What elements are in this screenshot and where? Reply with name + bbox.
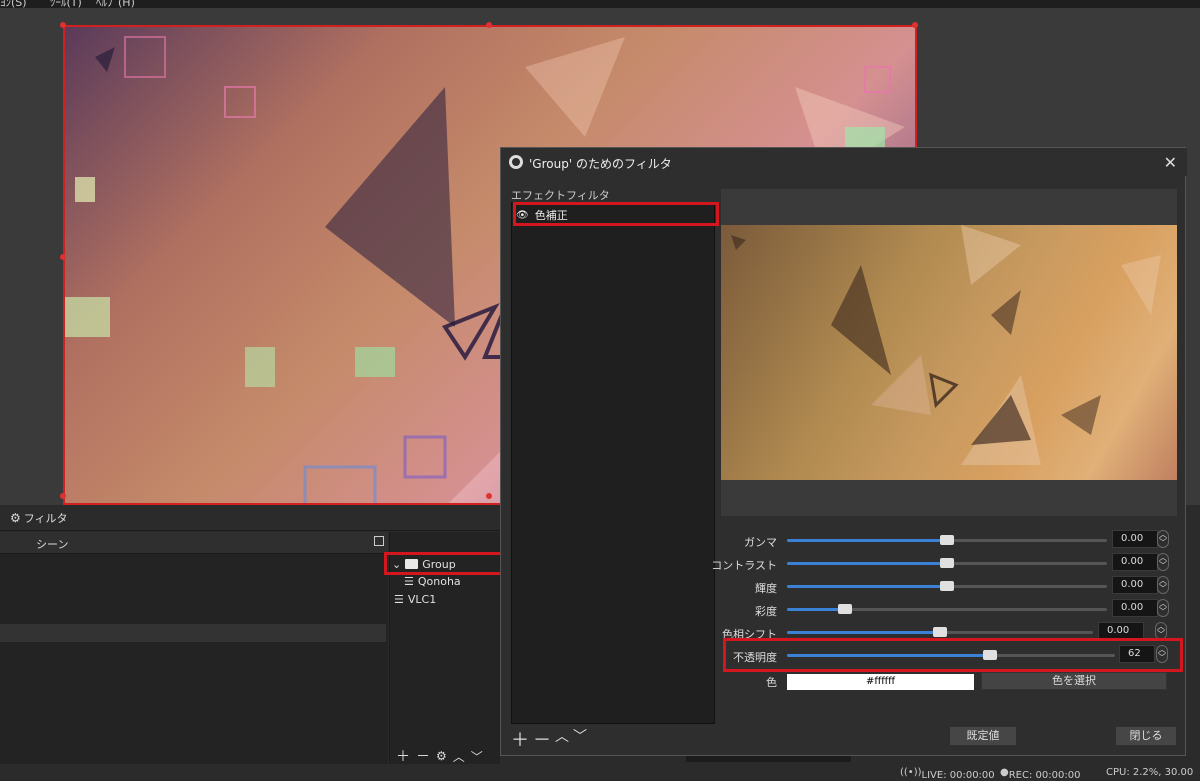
transform-handle[interactable] xyxy=(60,254,66,260)
filter-list-toolbar: ＋ － ︿ ﹀ xyxy=(511,726,587,752)
add-icon[interactable]: ＋ xyxy=(511,726,529,752)
saturation-input[interactable]: 0.00 xyxy=(1112,599,1158,617)
hue-shift-slider[interactable] xyxy=(787,627,1093,637)
gear-icon[interactable]: ⚙ xyxy=(436,749,447,763)
filter-preview-graphics xyxy=(731,225,1161,465)
source-item-vlc1[interactable]: ☰ VLC1 xyxy=(394,590,436,608)
filters-tab-label: フィルタ xyxy=(23,512,68,525)
move-down-icon[interactable]: ﹀ xyxy=(471,748,483,765)
menu-item-scene-collection[interactable]: ﾖﾝ(S) xyxy=(0,0,27,8)
live-status: ((•)) LIVE: 00:00:00 xyxy=(900,767,995,781)
highlight-box xyxy=(384,552,503,575)
spin-arrows-icon[interactable]: ︿ ﹀ xyxy=(1157,599,1169,617)
sources-dock: ⌄ Group ☰ Qonoha ☰ VLC1 ＋ － ⚙ ︿ ﹀ xyxy=(384,532,503,772)
rec-timer: REC: 00:00:00 xyxy=(1008,770,1081,781)
defaults-button[interactable]: 既定値 xyxy=(949,726,1017,746)
source-label: Qonoha xyxy=(417,574,461,588)
transform-handle[interactable] xyxy=(486,22,492,28)
transform-handle[interactable] xyxy=(486,493,492,499)
move-up-icon[interactable]: ︿ xyxy=(555,726,569,752)
filter-preview xyxy=(721,189,1177,516)
filters-tab[interactable]: ⚙ フィルタ xyxy=(10,510,68,526)
gamma-input[interactable]: 0.00 xyxy=(1112,530,1158,548)
menu-item-help[interactable]: ﾍﾙﾌﾟ(H) xyxy=(96,0,135,8)
select-color-button[interactable]: 色を選択 xyxy=(981,672,1167,690)
slider-handle[interactable] xyxy=(940,535,954,545)
menu-bar: ﾖﾝ(S) ﾂｰﾙ(T) ﾍﾙﾌﾟ(H) xyxy=(0,0,1200,8)
scenes-dock: シーン xyxy=(0,532,388,772)
status-bar: ((•)) LIVE: 00:00:00 ● REC: 00:00:00 CPU… xyxy=(0,764,1200,781)
add-icon[interactable]: ＋ xyxy=(396,746,410,766)
transform-handle[interactable] xyxy=(60,22,66,28)
highlight-box xyxy=(513,202,719,226)
list-icon: ☰ xyxy=(404,574,414,588)
transform-handle[interactable] xyxy=(912,22,918,28)
color-label: 色 xyxy=(766,676,777,689)
contrast-label: コントラスト xyxy=(711,559,777,572)
cpu-status: CPU: 2.2%, 30.00 xyxy=(1106,767,1194,778)
spin-arrows-icon[interactable]: ︿ ﹀ xyxy=(1157,576,1169,594)
dialog-title: 'Group' のためのフィルタ xyxy=(529,157,672,171)
undock-icon[interactable] xyxy=(374,536,384,546)
slider-handle[interactable] xyxy=(838,604,852,614)
dialog-titlebar: 'Group' のためのフィルタ ✕ xyxy=(501,148,1187,176)
transform-handle[interactable] xyxy=(60,493,66,499)
saturation-label: 彩度 xyxy=(755,605,777,618)
remove-icon[interactable]: － xyxy=(416,746,430,766)
close-button[interactable]: 閉じる xyxy=(1115,726,1177,746)
contrast-slider[interactable] xyxy=(787,558,1107,568)
gamma-slider[interactable] xyxy=(787,535,1107,545)
color-value-swatch: #ffffff xyxy=(787,674,974,690)
rec-status: ● REC: 00:00:00 xyxy=(1000,767,1081,781)
filter-preview-image xyxy=(721,225,1177,480)
scenes-header: シーン xyxy=(0,532,388,554)
dock-tab-bar: ⚙ フィルタ xyxy=(0,505,500,531)
menu-item-tools[interactable]: ﾂｰﾙ(T) xyxy=(50,0,82,8)
filters-dialog: 'Group' のためのフィルタ ✕ エフェクトフィルタ 👁 色補正 ＋ － ︿… xyxy=(500,147,1187,756)
live-timer: LIVE: 00:00:00 xyxy=(921,770,995,781)
scenes-header-label: シーン xyxy=(36,538,69,551)
brightness-input[interactable]: 0.00 xyxy=(1112,576,1158,594)
brightness-slider[interactable] xyxy=(787,581,1107,591)
slider-handle[interactable] xyxy=(933,627,947,637)
slider-handle[interactable] xyxy=(940,581,954,591)
brightness-label: 輝度 xyxy=(755,582,777,595)
close-icon[interactable]: ✕ xyxy=(1164,153,1177,172)
spin-arrows-icon[interactable]: ︿ ﹀ xyxy=(1157,553,1169,571)
filter-list: 👁 色補正 xyxy=(511,202,715,724)
effect-filters-label: エフェクトフィルタ xyxy=(511,189,610,202)
move-up-icon[interactable]: ︿ xyxy=(453,748,465,765)
move-down-icon[interactable]: ﹀ xyxy=(573,726,587,752)
right-dock-edge xyxy=(1186,530,1200,760)
highlight-box xyxy=(723,638,1183,672)
scenes-list-divider xyxy=(0,624,386,642)
contrast-input[interactable]: 0.00 xyxy=(1112,553,1158,571)
gamma-label: ガンマ xyxy=(744,536,777,549)
obs-logo-icon xyxy=(509,155,523,169)
filters-icon: ⚙ xyxy=(10,511,21,525)
saturation-slider[interactable] xyxy=(787,604,1107,614)
list-icon: ☰ xyxy=(394,592,404,606)
source-label: VLC1 xyxy=(407,592,437,606)
remove-icon[interactable]: － xyxy=(533,726,551,752)
slider-handle[interactable] xyxy=(940,558,954,568)
spin-arrows-icon[interactable]: ︿ ﹀ xyxy=(1157,530,1169,548)
